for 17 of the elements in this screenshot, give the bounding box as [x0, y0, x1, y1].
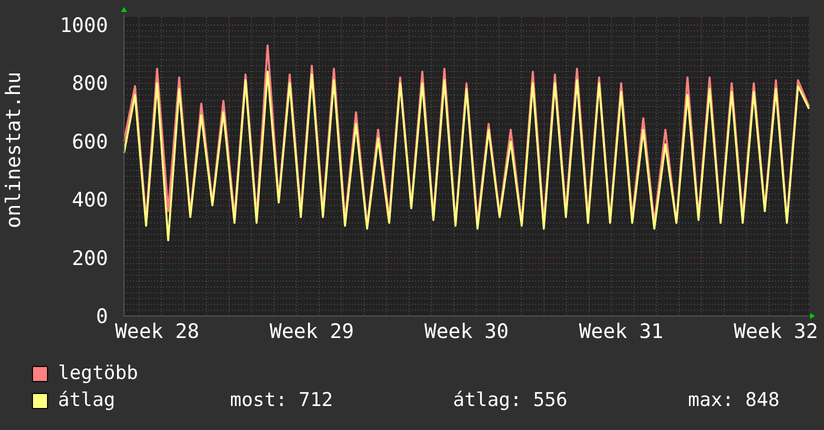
- stat-value: átlag: 556: [453, 388, 568, 413]
- axis-tick-label: Week 32: [734, 319, 818, 340]
- axis-tick-label: 0: [96, 304, 108, 328]
- axis-tick-label: 1000: [60, 13, 108, 37]
- axis-tick-label: 800: [72, 71, 108, 96]
- axis-tick-label: Week 31: [579, 319, 664, 340]
- legend-label: átlag: [58, 388, 116, 413]
- axis-title: onlinestat.hu: [1, 72, 25, 228]
- axis-tick-label: Week 29: [270, 319, 354, 340]
- axis-tick-label: 400: [72, 188, 108, 212]
- axis-tick-label: 600: [72, 129, 108, 154]
- axis-tick-label: Week 28: [115, 319, 200, 340]
- stat-value: most: 712: [230, 388, 334, 413]
- legend-label: legtöbb: [58, 361, 138, 386]
- axis-tick-label: 200: [72, 246, 108, 270]
- stat-value: max: 848: [688, 388, 780, 413]
- axis-tick-label: Week 30: [424, 319, 509, 340]
